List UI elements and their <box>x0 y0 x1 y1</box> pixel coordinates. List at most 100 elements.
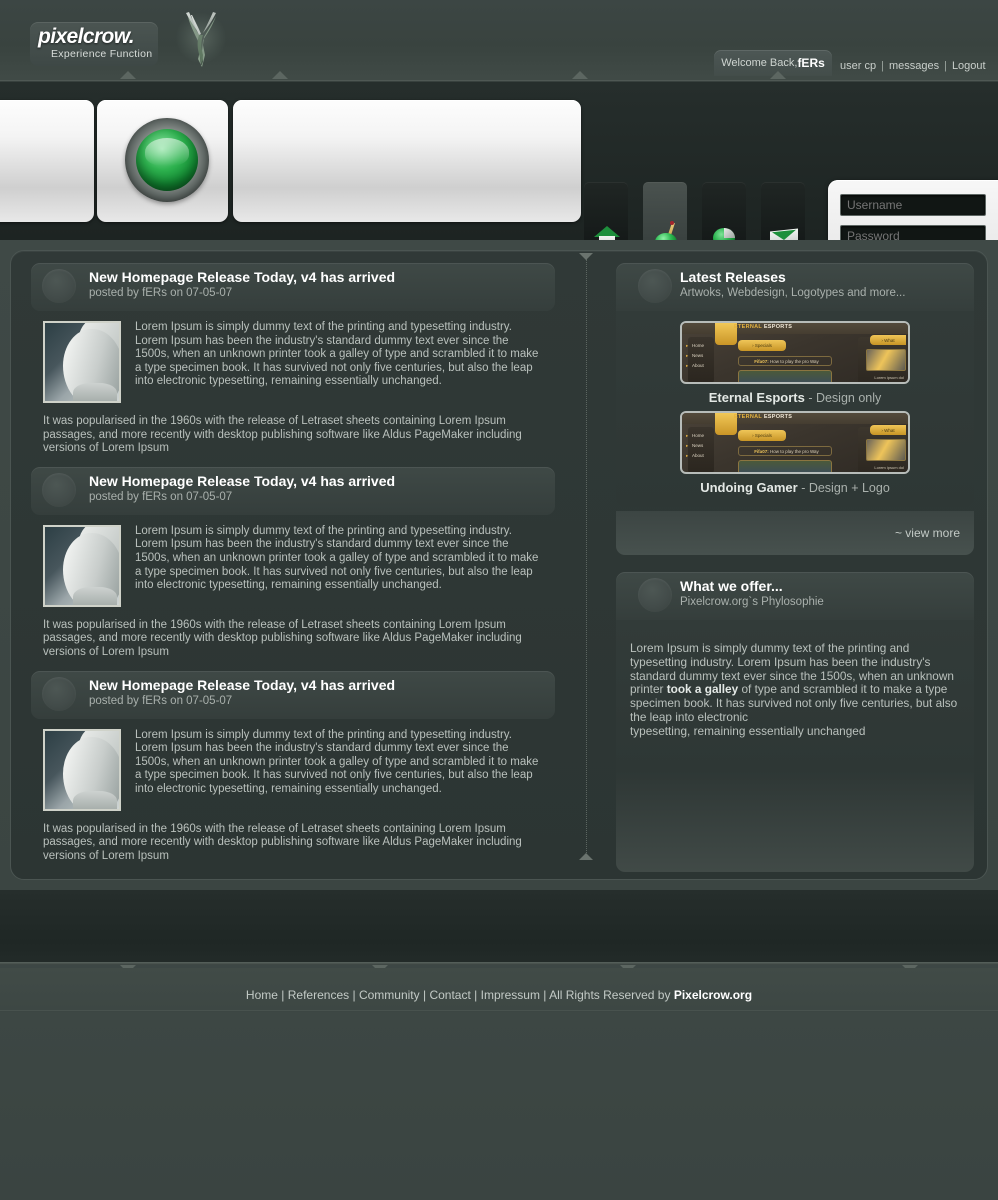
post-header: New Homepage Release Today, v4 has arriv… <box>31 466 555 515</box>
offer-subtitle: Pixelcrow.org`s Phylosophie <box>680 596 824 608</box>
link-separator: | <box>944 60 947 72</box>
post-thumbnail-image <box>43 728 121 811</box>
footer-brand: Pixelcrow.org <box>673 988 753 1002</box>
shot-what-button: › What <box>870 425 906 435</box>
release-thumbnail-image: ETERNAL ESPORTS ▸ Home ▸ News ▸ About › Spe… <box>680 411 910 474</box>
green-glossy-orb-icon <box>125 118 209 202</box>
footer-link-references[interactable]: References <box>288 988 349 1002</box>
divider-triangle-icon <box>120 71 136 79</box>
post-meta: posted by fERs on 07-05-07 <box>89 490 233 503</box>
post-body: Lorem Ipsum is simply dummy text of the … <box>31 311 555 403</box>
welcome-username: fERs <box>797 56 825 70</box>
post-meta: posted by fERs on 07-05-07 <box>89 287 233 299</box>
footer-rule <box>0 1010 998 1012</box>
dark-band <box>0 890 998 965</box>
offer-text-3: typesetting, remaining essentially uncha… <box>630 723 866 738</box>
post-meta: posted by fERs on 07-05-07 <box>89 694 233 707</box>
release-item[interactable]: ETERNAL ESPORTS ▸ Home ▸ News ▸ About › Spe… <box>616 321 974 405</box>
releases-header: Latest Releases Artwoks, Webdesign, Logo… <box>616 263 974 311</box>
logo[interactable]: pixelcrow. Experience Function <box>30 22 158 66</box>
orb-gloss <box>145 138 189 166</box>
divider-triangle-icon <box>579 853 593 860</box>
banner-panel-left[interactable] <box>0 100 94 222</box>
divider-triangle-icon <box>572 71 588 79</box>
news-post: New Homepage Release Today, v4 has arriv… <box>31 466 555 660</box>
footer-link-contact[interactable]: Contact <box>429 988 470 1002</box>
divider-triangle-icon <box>272 71 288 79</box>
shot-menu-item: ▸ News <box>686 353 704 358</box>
offer-title: What we offer... <box>680 578 783 594</box>
footer-links: Home | References | Community | Contact … <box>0 988 998 1002</box>
avatar <box>42 472 76 507</box>
post-text: Lorem Ipsum is simply dummy text of the … <box>135 524 539 592</box>
view-more-bar: ~ view more <box>616 511 974 555</box>
view-more-link[interactable]: ~ view more <box>895 526 960 540</box>
release-item[interactable]: ETERNAL ESPORTS ▸ Home ▸ News ▸ About › Spe… <box>616 411 974 495</box>
shot-specials-button: › Specials <box>738 340 786 351</box>
releases-title: Latest Releases <box>680 269 786 285</box>
shot-menu-item: ▸ Home <box>686 433 705 438</box>
footer-link-home[interactable]: Home <box>246 988 278 1002</box>
shot-lipsum: Lorem ipsum dol <box>874 465 904 470</box>
shot-lipsum: Lorem ipsum dol <box>874 375 904 380</box>
banner-panel-wide[interactable] <box>233 100 581 222</box>
link-user-cp[interactable]: user cp <box>840 60 876 72</box>
release-type: - Design + Logo <box>801 481 890 495</box>
site-footer: Home | References | Community | Contact … <box>0 968 998 1200</box>
banner-panel-orb[interactable] <box>97 100 228 222</box>
user-links: user cp | messages | Logout <box>840 60 986 72</box>
post-title: New Homepage Release Today, v4 has arriv… <box>89 269 396 285</box>
footer-separator: | <box>352 988 356 1002</box>
divider-triangle-icon <box>579 253 593 260</box>
column-divider <box>586 259 587 859</box>
releases-body: ETERNAL ESPORTS ▸ Home ▸ News ▸ About › Spe… <box>616 311 974 507</box>
footer-separator: | <box>281 988 285 1002</box>
release-caption: Eternal Esports - Design only <box>616 390 974 405</box>
shot-menu-item: ▸ News <box>686 443 704 448</box>
link-separator: | <box>881 60 884 72</box>
offer-body: Lorem Ipsum is simply dummy text of the … <box>616 620 974 872</box>
avatar <box>638 578 672 612</box>
crow-logo-icon <box>172 7 230 69</box>
shot-menu-item: ▸ Home <box>686 343 705 348</box>
post-header: New Homepage Release Today, v4 has arriv… <box>31 263 555 311</box>
content-area: New Homepage Release Today, v4 has arriv… <box>0 240 998 890</box>
link-messages[interactable]: messages <box>889 60 939 72</box>
logo-wordmark: pixelcrow. <box>38 25 135 49</box>
crow-glow <box>176 13 226 63</box>
username-input[interactable] <box>840 194 986 216</box>
release-name: Undoing Gamer <box>700 480 798 495</box>
post-body: Lorem Ipsum is simply dummy text of the … <box>31 515 555 607</box>
post-thumbnail-image <box>43 524 121 607</box>
news-post: New Homepage Release Today, v4 has arriv… <box>31 263 555 456</box>
release-name: Eternal Esports <box>708 390 805 405</box>
release-thumbnail-image: ETERNAL ESPORTS ▸ Home ▸ News ▸ About › Spe… <box>680 321 910 384</box>
avatar <box>42 269 76 303</box>
logo-word-pixel: pixel <box>38 25 83 48</box>
footer-link-impressum[interactable]: Impressum <box>481 988 540 1002</box>
post-body: Lorem Ipsum is simply dummy text of the … <box>31 719 555 811</box>
divider-triangle-icon <box>770 71 786 79</box>
post-header: New Homepage Release Today, v4 has arriv… <box>31 670 555 719</box>
shot-brand: ETERNAL ESPORTS <box>734 324 793 330</box>
post-footer-text: It was popularised in the 1960s with the… <box>43 822 522 862</box>
shot-news-bar: Fifa07: How to play the pro Way <box>738 356 832 366</box>
banner-row: Home Refs Com Contact R ! ? <box>0 82 998 318</box>
shot-brand: ETERNAL ESPORTS <box>734 414 793 420</box>
link-logout[interactable]: Logout <box>952 60 986 72</box>
news-post: New Homepage Release Today, v4 has arriv… <box>31 670 555 864</box>
shot-what-button: › What <box>870 335 906 345</box>
release-type: - Design only <box>808 391 882 405</box>
post-footer-text: It was popularised in the 1960s with the… <box>43 618 522 658</box>
footer-link-community[interactable]: Community <box>359 988 420 1002</box>
news-column: New Homepage Release Today, v4 has arriv… <box>31 263 555 874</box>
shot-specials-button: › Specials <box>738 430 786 441</box>
logo-word-crow: crow. <box>82 25 135 48</box>
post-title: New Homepage Release Today, v4 has arriv… <box>89 676 396 693</box>
footer-separator: | <box>422 988 427 1002</box>
shot-menu-item: ▸ About <box>686 453 704 458</box>
band-rule <box>0 962 998 965</box>
footer-separator: | <box>543 988 547 1002</box>
post-title: New Homepage Release Today, v4 has arriv… <box>89 472 396 489</box>
offer-header: What we offer... Pixelcrow.org`s Phyloso… <box>616 572 974 620</box>
